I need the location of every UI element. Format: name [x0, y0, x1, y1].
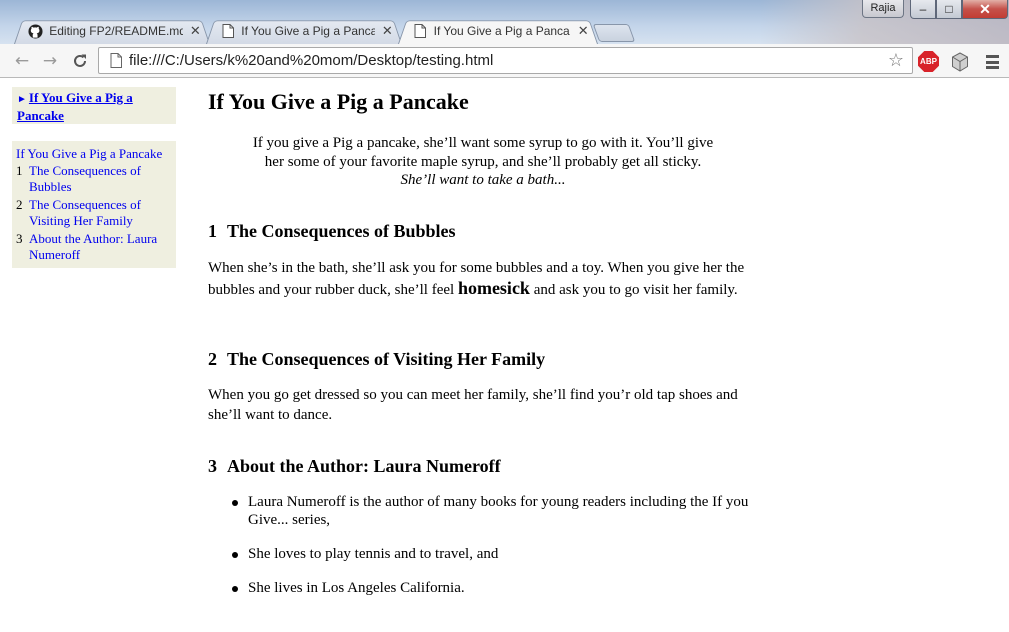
tab-pig-pancake-active[interactable]: If You Give a Pig a Pancake ✕ [398, 18, 598, 44]
address-bar[interactable]: ☆ [98, 47, 913, 74]
section-paragraph: When she’s in the bath, she’ll ask you f… [208, 259, 764, 300]
github-icon [28, 23, 43, 39]
abstract-text: If you give a Pig a pancake, she’ll want… [252, 135, 714, 170]
browser-title-bar: Editing FP2/README.md a ✕ If You Give a … [0, 0, 1009, 44]
back-button[interactable]: ← [10, 49, 34, 73]
section-number: 1 [208, 221, 217, 241]
tab-pig-pancake-1[interactable]: If You Give a Pig a Pancake ✕ [206, 18, 402, 44]
sidebar-title-link[interactable]: If You Give a Pig a Pancake [17, 90, 133, 123]
toc-item-number: 3 [16, 231, 23, 246]
section-title: The Consequences of Visiting Her Family [227, 349, 546, 369]
sidebar-title-box: ► If You Give a Pig a Pancake [12, 87, 176, 124]
back-arrow-icon: ← [14, 51, 30, 71]
reload-button[interactable] [68, 49, 92, 73]
page-icon [105, 53, 127, 68]
chrome-menu-icon[interactable] [982, 53, 1002, 71]
toc-item[interactable]: 3 About the Author: Laura Numeroff [16, 231, 172, 263]
toc-item-link[interactable]: About the Author: Laura Numeroff [29, 231, 172, 263]
profile-button[interactable]: Rajia [862, 0, 904, 18]
bookmark-star-icon[interactable]: ☆ [884, 50, 908, 71]
section-title: About the Author: Laura Numeroff [227, 456, 501, 476]
table-of-contents: If You Give a Pig a Pancake 1 The Conseq… [12, 141, 176, 268]
toc-item-number: 1 [16, 163, 23, 178]
adblock-plus-icon[interactable]: ABP [918, 51, 939, 72]
toc-heading-link[interactable]: If You Give a Pig a Pancake [16, 145, 172, 162]
tab-close-icon[interactable]: ✕ [189, 23, 202, 39]
section-heading: 3 About the Author: Laura Numeroff [208, 456, 501, 477]
toc-item-number: 2 [16, 197, 23, 212]
minimize-button[interactable]: – [910, 0, 936, 19]
section-number: 2 [208, 349, 217, 369]
toc-item-link[interactable]: The Consequences of Bubbles [29, 163, 172, 195]
author-facts-list: Laura Numeroff is the author of many boo… [232, 493, 768, 613]
abstract-italic-text: She’ll want to take a bath... [400, 172, 566, 188]
close-window-button[interactable]: ✕ [962, 0, 1008, 19]
article-title: If You Give a Pig a Pancake [208, 89, 469, 114]
paragraph-text: and ask you to go visit her family. [533, 281, 738, 298]
section-heading: 2 The Consequences of Visiting Her Family [208, 349, 545, 370]
new-tab-button[interactable] [592, 24, 636, 42]
tab-close-icon[interactable]: ✕ [381, 23, 394, 39]
tab-title: If You Give a Pig a Pancake [241, 24, 375, 38]
section-heading: 1 The Consequences of Bubbles [208, 221, 456, 242]
tab-editing-readme[interactable]: Editing FP2/README.md a ✕ [14, 18, 210, 44]
toc-item[interactable]: 1 The Consequences of Bubbles [16, 163, 172, 195]
tab-title: Editing FP2/README.md a [49, 24, 183, 38]
list-item: Laura Numeroff is the author of many boo… [232, 493, 768, 529]
page-content: ► If You Give a Pig a Pancake If You Give… [0, 79, 1009, 632]
url-input[interactable] [129, 49, 884, 72]
browser-toolbar: ← → ☆ ABP [0, 44, 1009, 78]
section-number: 3 [208, 456, 217, 476]
triangle-right-icon: ► [17, 94, 27, 105]
article-abstract: If you give a Pig a pancake, she’ll want… [248, 134, 718, 190]
forward-button[interactable]: → [38, 49, 62, 73]
extension-cube-icon[interactable] [948, 50, 972, 74]
emphasized-word: homesick [457, 277, 530, 298]
list-item: She lives in Los Angeles California. [232, 579, 768, 597]
section-paragraph: When you go get dressed so you can meet … [208, 387, 738, 423]
reload-icon [74, 54, 86, 67]
page-icon [412, 23, 428, 39]
list-item: She loves to play tennis and to travel, … [232, 545, 768, 563]
toc-item[interactable]: 2 The Consequences of Visiting Her Famil… [16, 197, 172, 229]
section-title: The Consequences of Bubbles [227, 221, 456, 241]
tab-title: If You Give a Pig a Pancake [433, 24, 571, 38]
window-controls: – □ ✕ [910, 0, 1008, 19]
tab-close-icon[interactable]: ✕ [576, 23, 590, 39]
toc-item-link[interactable]: The Consequences of Visiting Her Family [29, 197, 172, 229]
page-icon [220, 23, 235, 39]
maximize-button[interactable]: □ [936, 0, 962, 19]
forward-arrow-icon: → [42, 51, 58, 71]
